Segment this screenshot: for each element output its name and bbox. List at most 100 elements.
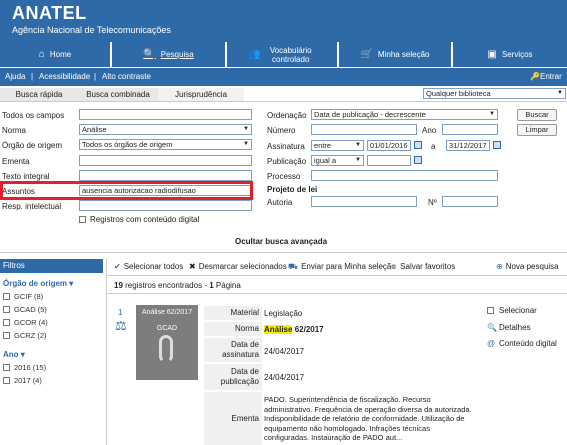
limpar-button[interactable]: Limpar: [517, 124, 557, 136]
filter-label: GCAD (5): [14, 305, 47, 314]
tab-busca-rapida[interactable]: Busca rápida: [0, 88, 78, 101]
at-icon: @: [487, 339, 496, 348]
publicacao-de-input[interactable]: [367, 155, 411, 166]
filter-checkbox[interactable]: [3, 319, 10, 326]
link-acessibilidade[interactable]: Acessibilidade: [39, 72, 90, 81]
norma-select[interactable]: Análise ▼: [79, 124, 252, 135]
selecionar-todos-label: Selecionar todos: [123, 262, 184, 271]
library-select[interactable]: Qualquer biblioteca ▼: [423, 88, 566, 99]
results-dash: -: [204, 281, 207, 290]
filter-item[interactable]: 2016 (15): [3, 363, 46, 372]
nav-pesquisa[interactable]: 🔍 Pesquisa: [112, 42, 225, 67]
numero-input[interactable]: [311, 124, 417, 135]
record-thumbnail[interactable]: Análise 62/2017 GCAD: [136, 305, 198, 380]
norma-value: Análise 62/2017: [264, 325, 324, 334]
selecionar-todos-button[interactable]: ✔ Selecionar todos: [114, 262, 183, 271]
calendar-icon[interactable]: [414, 141, 422, 149]
link-ajuda[interactable]: Ajuda: [5, 72, 25, 81]
filter-checkbox[interactable]: [3, 332, 10, 339]
calendar-icon[interactable]: [414, 156, 422, 164]
document-icon: [159, 335, 173, 363]
selecionar-record[interactable]: Selecionar: [487, 306, 537, 315]
nova-pesquisa-label: Nova pesquisa: [505, 262, 559, 271]
conteudo-digital-link[interactable]: @ Conteúdo digital: [487, 339, 557, 348]
filter-item[interactable]: 2017 (4): [3, 376, 42, 385]
label-texto-integral: Texto integral: [2, 172, 50, 181]
desmarcar-button[interactable]: ✖ Desmarcar selecionados: [189, 262, 287, 271]
basket-icon: 🛒: [360, 49, 373, 60]
publicacao-op-select[interactable]: igual a ▼: [311, 155, 364, 166]
filter-section-ano[interactable]: Ano ▾: [3, 350, 25, 359]
filter-item[interactable]: GCRZ (2): [3, 331, 47, 340]
chevron-down-icon: ▼: [355, 157, 361, 163]
filter-checkbox[interactable]: [3, 364, 10, 371]
close-icon: ✖: [189, 262, 196, 271]
label-orgao: Órgão de origem: [2, 141, 63, 150]
todos-campos-input[interactable]: [79, 109, 252, 120]
filter-item[interactable]: GCOR (4): [3, 318, 48, 327]
enviar-selecao-button[interactable]: ⛟ Enviar para Minha seleção: [288, 262, 396, 272]
nova-pesquisa-button[interactable]: ⊕ Nova pesquisa: [496, 262, 559, 271]
nav-servicos-label: Serviços: [501, 50, 533, 59]
nav-servicos[interactable]: ▣ Serviços: [453, 42, 567, 67]
salvar-favoritos-button[interactable]: ★ Salvar favoritos: [390, 262, 455, 271]
autoria-input[interactable]: [311, 196, 417, 207]
filter-ano-title: Ano: [3, 350, 19, 359]
label-ementa: Ementa: [2, 157, 30, 166]
filter-item[interactable]: GCAD (5): [3, 305, 47, 314]
search-icon: ⊕: [496, 262, 503, 271]
filter-checkbox[interactable]: [3, 377, 10, 384]
label-publicacao: Publicação: [267, 157, 307, 166]
basket-icon: ⛟: [288, 262, 299, 271]
processo-input[interactable]: [311, 170, 498, 181]
filter-checkbox[interactable]: [3, 293, 10, 300]
divider: [106, 259, 107, 445]
no-input[interactable]: [442, 196, 498, 207]
results-summary: 19 registros encontrados - 1 Página: [114, 281, 241, 290]
orgao-select[interactable]: Todos os órgãos de origem ▼: [79, 139, 252, 150]
label-material: Material: [204, 306, 262, 320]
ementa-input[interactable]: [79, 155, 252, 166]
link-entrar[interactable]: Entrar: [540, 72, 562, 81]
resp-intelectual-input[interactable]: [79, 200, 252, 211]
chevron-down-icon: ▾: [69, 279, 74, 288]
link-alto-contraste[interactable]: Alto contraste: [102, 72, 151, 81]
main-nav: ⌂ Home 🔍 Pesquisa 👥 Vocabulário controlado …: [0, 42, 567, 68]
registros-digital-option[interactable]: Registros com conteúdo digital: [79, 215, 199, 224]
check-icon: ✔: [114, 262, 121, 271]
thumb-title: Análise 62/2017: [141, 309, 193, 316]
nav-vocabulario[interactable]: 👥 Vocabulário controlado: [227, 42, 337, 67]
orgao-select-value: Todos os órgãos de origem: [82, 140, 173, 149]
assinatura-ate-input[interactable]: 31/12/2017: [446, 140, 490, 151]
enviar-selecao-label: Enviar para Minha seleção: [301, 262, 396, 271]
registros-digital-checkbox[interactable]: [79, 216, 86, 223]
nav-minha-selecao[interactable]: 🛒 Minha seleção: [339, 42, 451, 67]
chevron-down-icon: ▼: [355, 142, 361, 148]
texto-integral-input[interactable]: [79, 170, 252, 181]
filter-item[interactable]: GCIF (8): [3, 292, 43, 301]
filter-section-orgao[interactable]: Órgão de origem ▾: [3, 279, 73, 288]
label-assinatura: Assinatura: [267, 142, 305, 151]
divider: [0, 101, 567, 102]
tab-jurisprudencia[interactable]: Jurisprudência: [158, 88, 244, 101]
material-value: Legislação: [264, 309, 303, 318]
label-data-publicacao: Data de publicação: [204, 364, 262, 390]
buscar-button[interactable]: Buscar: [517, 109, 557, 121]
checkbox-icon: [487, 306, 499, 315]
ano-input[interactable]: [442, 124, 498, 135]
highlight-box: [0, 181, 253, 200]
filter-label: GCRZ (2): [14, 331, 47, 340]
chevron-down-icon: ▼: [243, 126, 249, 132]
ocultar-busca-link[interactable]: Ocultar busca avançada: [235, 237, 327, 246]
detalhes-link[interactable]: 🔍 Detalhes: [487, 323, 531, 332]
tab-busca-combinada[interactable]: Busca combinada: [78, 88, 158, 101]
nav-home[interactable]: ⌂ Home: [0, 42, 110, 67]
salvar-favoritos-label: Salvar favoritos: [400, 262, 456, 271]
calendar-icon[interactable]: [493, 141, 501, 149]
assinatura-de-input[interactable]: 01/01/2016: [367, 140, 411, 151]
ordenacao-select[interactable]: Data de publicação - decrescente ▼: [311, 109, 498, 120]
assinatura-op-select[interactable]: entre ▼: [311, 140, 364, 151]
chevron-down-icon: ▾: [20, 350, 25, 359]
filter-checkbox[interactable]: [3, 306, 10, 313]
norma-select-value: Análise: [82, 125, 107, 134]
